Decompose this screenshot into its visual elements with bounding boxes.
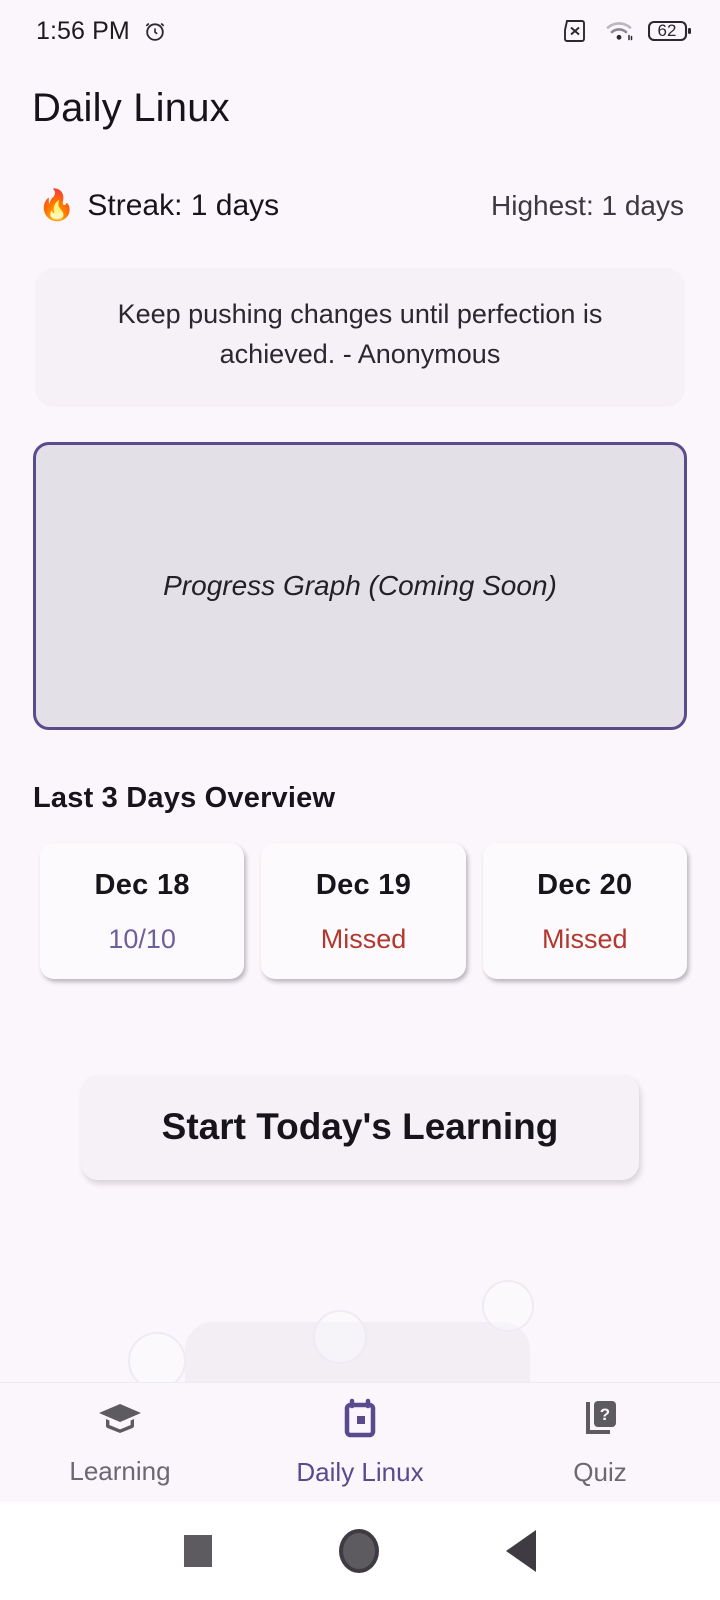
recents-button[interactable]: [183, 1535, 212, 1567]
decor-circle: [482, 1280, 534, 1332]
nav-item-quiz[interactable]: ? Quiz: [480, 1398, 720, 1488]
status-bar-right: 62: [560, 18, 692, 44]
day-card-date: Dec 20: [537, 868, 633, 901]
day-card-status: 10/10: [108, 923, 176, 954]
alarm-clock-icon: [142, 18, 168, 44]
back-button[interactable]: [506, 1530, 537, 1572]
day-card-date: Dec 19: [315, 868, 412, 901]
svg-text:?: ?: [600, 1405, 610, 1424]
quote-text: Keep pushing changes until perfection is…: [117, 299, 603, 369]
day-card-date: Dec 18: [94, 868, 190, 901]
nav-item-label: Learning: [69, 1455, 171, 1486]
current-streak-label: Streak: 1 days: [87, 189, 280, 222]
nav-item-daily-linux[interactable]: Daily Linux: [240, 1398, 480, 1488]
highest-streak-label: Highest: 1 days: [491, 190, 684, 221]
sim-card-off-icon: [560, 18, 590, 44]
primary-action-row: Start Today's Learning: [0, 979, 720, 1180]
streak-row: 🔥 Streak: 1 days Highest: 1 days: [0, 131, 720, 223]
home-button[interactable]: [338, 1529, 379, 1573]
quote-card: Keep pushing changes until perfection is…: [36, 268, 684, 405]
quiz-question-card-icon: ?: [578, 1398, 622, 1445]
bottom-navigation: Learning Daily Linux ? Quiz: [0, 1382, 720, 1502]
app-content: Daily Linux 🔥 Streak: 1 days Highest: 1 …: [0, 62, 720, 1382]
wifi-icon: [604, 18, 634, 44]
start-today-learning-button[interactable]: Start Today's Learning: [81, 1074, 639, 1180]
day-card-status: Missed: [542, 923, 628, 954]
day-cards-row: Dec 18 10/10 Dec 19 Missed Dec 20 Missed: [0, 815, 720, 979]
nav-item-label: Quiz: [573, 1456, 627, 1487]
nav-item-learning[interactable]: Learning: [0, 1399, 240, 1487]
decor-circle: [313, 1310, 367, 1364]
status-bar: 1:56 PM 62: [0, 0, 720, 62]
battery-icon: 62: [648, 18, 692, 44]
decorative-background: [0, 1242, 720, 1382]
progress-graph-label: Progress Graph (Coming Soon): [163, 569, 557, 601]
android-system-navigation: [0, 1502, 720, 1600]
progress-graph-placeholder: Progress Graph (Coming Soon): [33, 441, 687, 730]
battery-level-label: 62: [657, 21, 677, 40]
day-card[interactable]: Dec 19 Missed: [261, 842, 466, 979]
graduation-cap-icon: [96, 1399, 144, 1444]
decor-rounded-shape: [185, 1322, 530, 1382]
decor-circle: [128, 1332, 186, 1382]
flame-icon: 🔥: [38, 189, 76, 222]
calendar-icon: [338, 1398, 382, 1445]
day-card[interactable]: Dec 18 10/10: [40, 842, 245, 979]
overview-section-title: Last 3 Days Overview: [33, 781, 336, 814]
day-card-status: Missed: [320, 923, 407, 954]
nav-item-label: Daily Linux: [296, 1456, 424, 1487]
status-clock: 1:56 PM: [36, 16, 130, 45]
phone-screen: 1:56 PM 62 Daily Linux 🔥 Streak: 1 days …: [0, 0, 720, 1600]
page-title: Daily Linux: [32, 86, 230, 130]
day-card[interactable]: Dec 20 Missed: [482, 842, 687, 979]
current-streak: 🔥 Streak: 1 days: [38, 189, 279, 223]
status-bar-left: 1:56 PM: [36, 17, 168, 46]
